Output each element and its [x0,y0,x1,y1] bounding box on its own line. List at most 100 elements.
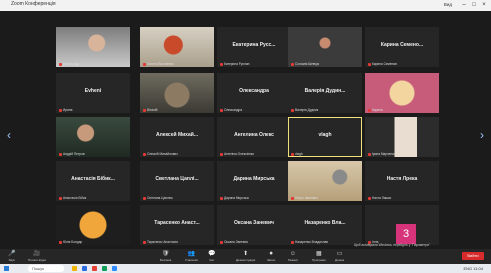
participant-name: Катерина Руслан [224,62,250,66]
participant-label: Олександра [220,108,242,112]
participant-name: Дарина Мирська [224,196,249,200]
taskbar-search[interactable]: Пошук [28,265,64,272]
participant-name: Анастасія Бібик [63,196,87,200]
participant-tile[interactable]: Evheni Ирина [56,73,130,113]
participant-name: Олександр [63,62,80,66]
toolbar-icon: ☺ [289,251,296,257]
participant-display-name: Дарина Мирська [233,176,275,182]
participant-name: Оксана Заневич [224,240,249,244]
participant-tile[interactable]: Дарина Мирська Дарина Мирська [217,161,291,201]
participant-tile[interactable]: Настя Лрека Настя Ляшко [365,161,439,201]
toolbar-button[interactable]: 🎥 Почати відео [28,251,46,262]
participant-tile[interactable]: Светлана Цаплі... Світлана Цаплюк [140,161,214,201]
toolbar-icon: ⬆ [243,251,249,257]
participant-video [288,161,362,201]
toolbar-icon: 👥 [187,251,196,257]
participant-name: Олександра [224,108,243,112]
muted-mic-icon [368,152,371,156]
toolbar-label: Дошка [335,258,345,262]
muted-mic-icon [59,196,62,200]
participant-label: Галина Василівна [143,62,173,66]
participant-tile[interactable]: Карина Семено... Карина Семенов [365,27,439,67]
participant-tile[interactable]: Петро Іванович [288,161,362,201]
toolbar-button[interactable]: 🛡 Безпека [160,251,171,262]
muted-mic-icon [143,152,146,156]
participant-name: Андрій Петров [63,152,85,156]
participant-label: Карина [368,108,383,112]
participant-tile[interactable]: Олександр [56,27,130,67]
participant-tile[interactable]: Галина Василівна [140,27,214,67]
participant-tile[interactable]: Юлія Бондар [56,205,130,245]
participant-label: Анастасія Бібик [59,196,86,200]
participant-video [56,27,130,67]
toolbar-button[interactable]: ⬆ Демонстрація [236,251,255,262]
participant-display-name: Оксана Заневич [234,220,274,226]
participant-label: Валерія Дудник [291,108,318,112]
participant-name: Ірина Марченко [372,152,396,156]
participant-tile[interactable]: Тарасенко Анаст... Тарасенко Анастасія [140,205,214,245]
participant-tile[interactable]: Оксана Заневич Оксана Заневич [217,205,291,245]
toolbar-button[interactable]: 👥 Учасники [185,251,198,262]
minimize-icon[interactable]: – [459,0,469,11]
participant-display-name: Тарасенко Анаст... [154,220,200,226]
meeting-toolbar: 🎤 Звук 🎥 Почати відео 🛡 Безпека 👥 Учасники 💬 Чат ⬆… [0,249,491,264]
participant-display-name: Анастасія Бібик... [71,176,115,182]
participant-tile[interactable]: Ангелина Олекс Ангеліна Олексієнко [217,117,291,157]
muted-mic-icon [368,62,371,66]
muted-mic-icon [368,196,371,200]
nav-left-icon[interactable]: ‹ [7,129,11,141]
participant-tile[interactable]: Алексей Михай... Олексій Михайлович [140,117,214,157]
toolbar-button[interactable]: ⏺ Запис [267,251,275,262]
muted-mic-icon [59,62,62,66]
taskbar-app-icon[interactable] [102,266,107,271]
muted-mic-icon [59,108,62,112]
participant-tile[interactable]: Олександра Олександра [217,73,291,113]
participant-tile[interactable]: Назаренко Вла... Назаренко Владислав [288,205,362,245]
end-meeting-button[interactable]: Вийти [462,252,484,260]
toolbar-button[interactable]: ☺ Реакції [288,251,298,262]
participant-display-name: Настя Лрека [386,176,418,182]
participant-tile[interactable]: Андрій Петров [56,117,130,157]
close-icon[interactable]: × [479,0,489,11]
windows-start-icon[interactable] [4,266,9,271]
toolbar-icon: 🎤 [8,251,16,257]
participant-tile[interactable]: Валерія Дудин... Валерія Дудник [288,73,362,113]
participant-label: Соломія Шевчук [291,62,319,66]
toolbar-button[interactable]: 💬 Чат [208,251,215,262]
muted-mic-icon [220,196,223,200]
participant-name: Ирина [63,108,73,112]
taskbar-app-icon[interactable] [112,266,117,271]
participant-tile[interactable]: Карина [365,73,439,113]
toolbar-label: Почати відео [28,258,47,262]
toolbar-button[interactable]: ▭ Дошка [335,251,344,262]
participant-name: Віталій [147,108,158,112]
participant-label: Ірина Марченко [368,152,395,156]
participant-tile[interactable]: Ірина Марченко [365,117,439,157]
taskbar-app-icon[interactable] [72,266,77,271]
participant-name: Петро Іванович [295,196,318,200]
participant-label: Андрій Петров [59,152,85,156]
participant-tile[interactable]: Соломія Шевчук [288,27,362,67]
participant-label: Ирина [59,108,72,112]
maximize-icon[interactable]: □ [469,0,479,11]
participant-display-name: Светлана Цаплі... [155,176,199,182]
participant-tile[interactable]: vlagh vlagh [288,117,362,157]
participant-name: Галина Василівна [147,62,174,66]
toolbar-button[interactable]: 🎤 Звук [8,251,15,262]
view-button[interactable]: Вид [444,2,452,7]
nav-right-icon[interactable]: › [480,129,484,141]
participant-video [56,205,130,245]
participant-name: Карина Семенов [372,62,397,66]
toolbar-button[interactable]: ▦ Програми [312,251,326,262]
participant-tile[interactable]: Віталій [140,73,214,113]
muted-mic-icon [143,108,146,112]
taskbar-app-icon[interactable] [82,266,87,271]
participant-name: Світлана Цаплюк [147,196,173,200]
toolbar-label: Запис [267,258,276,262]
participant-tile[interactable]: Анастасія Бібик... Анастасія Бібик [56,161,130,201]
participant-display-name: Олександра [239,88,269,94]
taskbar-app-icon[interactable] [92,266,97,271]
participant-name: Ангеліна Олексієнко [224,152,255,156]
participant-tile[interactable]: Екатерина Русс... Катерина Руслан [217,27,291,67]
participant-label: vlagh [291,152,303,156]
